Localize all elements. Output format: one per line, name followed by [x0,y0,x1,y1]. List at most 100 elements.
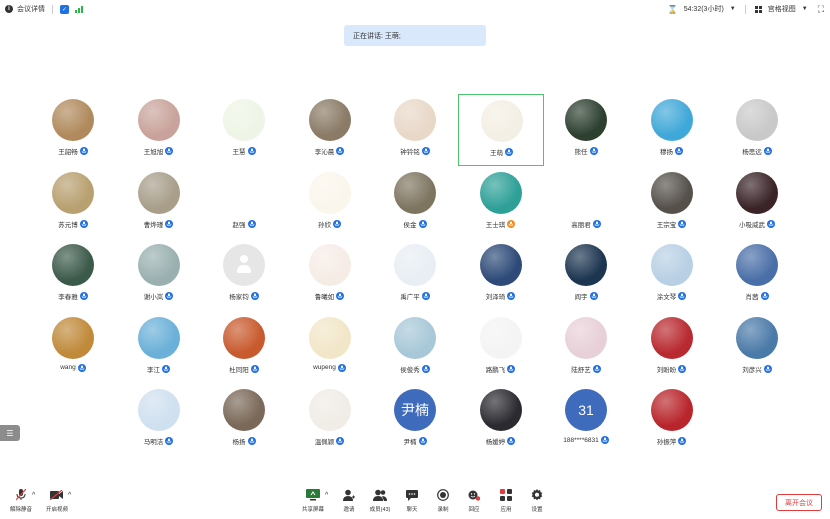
participant-tile[interactable]: 马明洁 [116,384,202,456]
participant-tile[interactable]: 31 188****6831 [543,384,629,456]
mic-icon [675,147,683,155]
participant-tile[interactable]: 涂文琴 [629,239,715,311]
mic-icon [247,219,256,228]
participant-tile[interactable]: 侯俊秀 [372,312,458,384]
participant-tile[interactable]: 王萌 [457,94,544,166]
participant-name: 188****6831 [563,436,599,444]
mic-icon [247,147,256,155]
participant-tile[interactable]: 禹广平 [372,239,458,311]
mic-icon [336,437,345,445]
participant-tile[interactable]: 李江 [116,312,202,384]
participant-tile[interactable]: 尹楠 尹楠 [372,384,458,456]
members-button[interactable]: 成员(43) [363,488,397,513]
avatar [650,171,693,214]
participant-name: 肖茜 [745,294,759,301]
participant-tile[interactable]: 谢小岚 [116,239,202,311]
side-list-toggle-button[interactable]: ☰ [0,425,20,441]
participant-tile[interactable]: 王慧 [201,94,287,166]
participant-name-row: 尹楠 [372,436,458,446]
participant-tile[interactable]: 刘泽琦 [458,239,544,311]
meeting-timer: 54:32(3小时) [683,6,724,13]
participant-tile[interactable]: 穆扬 [629,94,715,166]
reaction-button[interactable]: 回应 [457,488,491,513]
participant-tile[interactable]: 鲁曦如 [287,239,373,311]
participant-tile[interactable]: 小吸威武 [714,167,800,239]
avatar [52,99,94,141]
avatar: 尹楠 [394,389,436,431]
chevron-up-icon[interactable]: ^ [325,492,328,499]
participant-name-row: 曹烨瑾 [116,219,202,229]
leave-meeting-button[interactable]: 离开会议 [776,494,822,511]
chat-button[interactable]: 聊天 [395,488,429,513]
participant-tile[interactable]: 杨家钧 [201,239,287,311]
participant-tile[interactable]: 赵强 [201,167,287,239]
participant-tile[interactable]: 熊任 [543,94,629,166]
participant-tile[interactable]: 侯金 [372,167,458,239]
participant-name: 刘彦兴 [742,366,762,374]
participant-tile[interactable]: 王宗宝 [629,167,715,239]
avatar [479,316,522,359]
reaction-icon [468,488,480,502]
participant-tile[interactable]: wang [30,312,116,384]
participant-name-row: 鲁曦如 [287,291,373,301]
mic-icon [418,219,427,228]
apps-button[interactable]: 应用 [489,488,523,513]
participant-tile[interactable]: 孙欣 [287,167,373,239]
participant-tile[interactable]: 阎宇 [543,239,629,311]
chevron-down-icon[interactable]: ▼ [730,6,736,12]
avatar [394,316,436,359]
chevron-up-icon[interactable]: ^ [32,492,35,499]
participant-tile[interactable]: 李春雅 [30,239,116,311]
participant-tile[interactable]: 杨媛婷 [458,384,544,456]
record-button[interactable]: 录制 [426,488,460,513]
participant-tile[interactable]: 曹烨瑾 [116,167,202,239]
invite-user-icon [343,488,355,502]
fullscreen-icon[interactable]: ⛶ [818,4,824,15]
participant-name: 王慧 [232,149,246,156]
mic-icon [333,219,341,228]
chevron-up-icon[interactable]: ^ [68,492,71,499]
chevron-down-icon[interactable]: ▼ [802,6,808,12]
participant-name: wang [60,364,76,371]
invite-button[interactable]: 邀请 [332,488,366,513]
participant-name: 禹广平 [400,294,420,301]
participant-tile[interactable]: 路鹏飞 [458,312,544,384]
participant-tile[interactable]: 肖茜 [714,239,800,311]
participant-tile[interactable]: 李沁晨 [287,94,373,166]
participant-tile[interactable]: 孙振萍 [629,384,715,456]
participant-tile[interactable]: 王士琪 [458,167,544,239]
participant-name-row: 路鹏飞 [458,364,544,374]
participant-tile[interactable]: 刘盼盼 [629,312,715,384]
signal-strength-icon[interactable] [75,5,83,13]
participant-tile[interactable]: 杜同阳 [201,312,287,384]
participant-tile[interactable]: 杨思远 [714,94,800,166]
participant-tile[interactable]: 陆舒艺 [543,312,629,384]
mic-icon [592,219,601,228]
info-icon[interactable]: i [5,5,13,13]
participant-name-row: 侯金 [372,219,458,229]
avatar [736,171,778,214]
mic-icon [760,292,769,300]
participant-tile[interactable]: 高丽君 [543,167,629,239]
avatar [565,244,607,286]
participant-tile[interactable]: 钟钤铭 [372,94,458,166]
participant-tile[interactable]: 温佩颖 [287,384,373,456]
avatar [52,316,94,359]
participant-name-row: 禹广平 [372,291,458,301]
avatar [223,389,265,431]
participant-tile[interactable]: 王韶畅 [30,94,116,166]
participant-tile[interactable]: 刘彦兴 [714,312,800,384]
grid-view-icon[interactable] [754,5,762,13]
participant-tile[interactable]: 王旭旭 [116,94,202,166]
avatar [480,100,523,142]
participant-tile[interactable]: wupeng [287,312,373,384]
participant-name: 涂文琴 [656,294,677,301]
settings-button[interactable]: 设置 [520,488,554,513]
participant-name-row: 阎宇 [543,291,629,301]
mic-icon [421,364,430,373]
participant-tile[interactable]: 杨扬 [201,384,287,456]
meeting-details-link[interactable]: 会议详情 [17,4,45,14]
participant-tile[interactable]: 苏元博 [30,167,116,239]
view-mode-select[interactable]: 宫格视图 [768,4,796,14]
shield-icon[interactable]: ✓ [60,4,69,14]
